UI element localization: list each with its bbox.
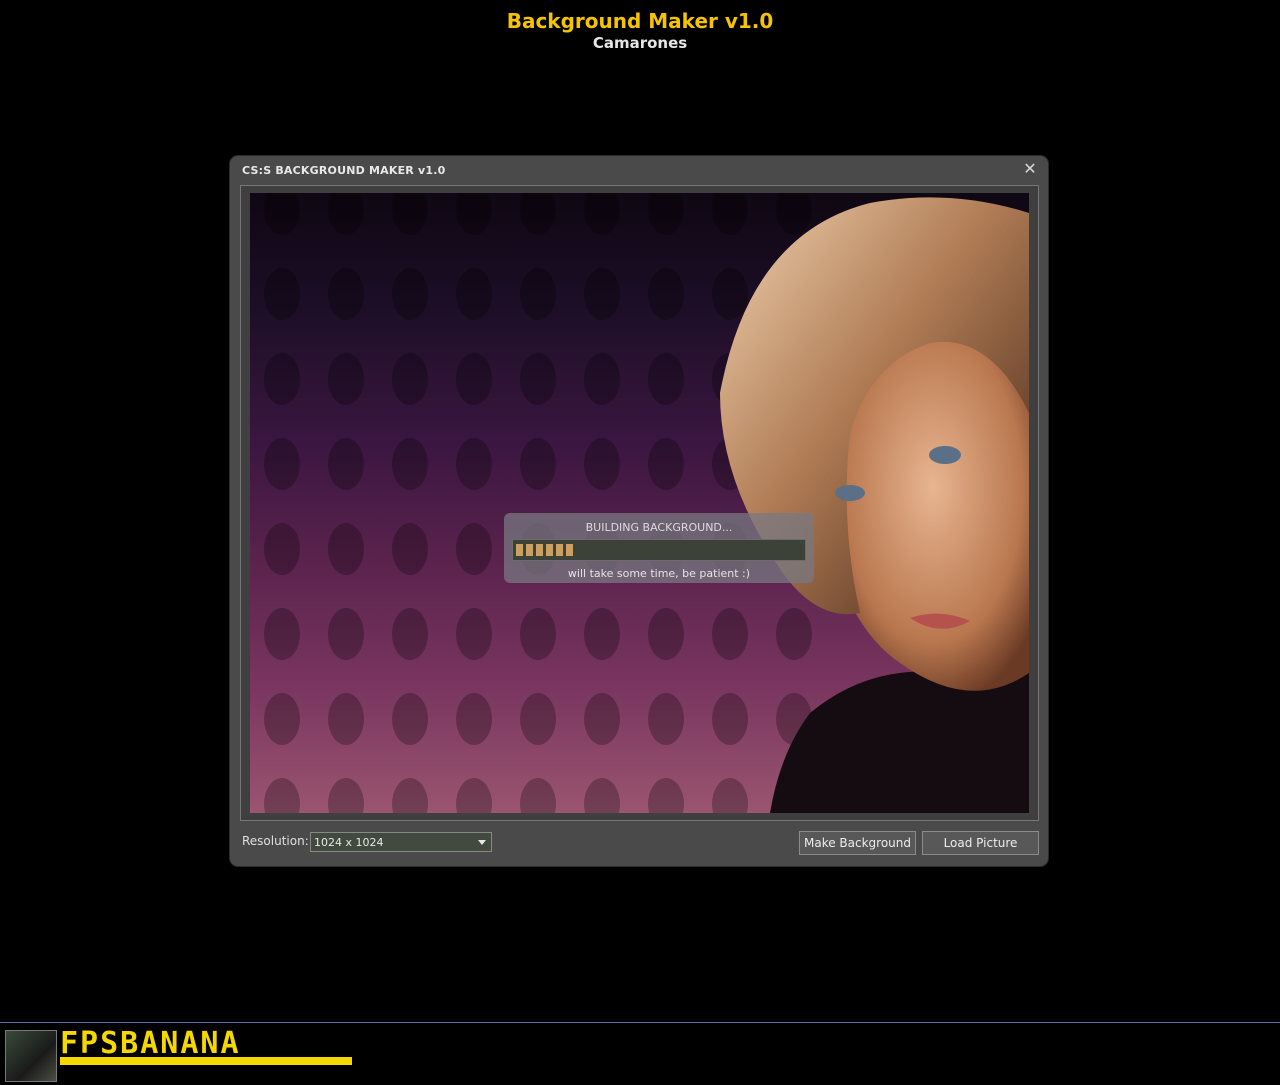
progress-block [536,544,543,556]
logo-underline [60,1057,352,1065]
progress-block [516,544,523,556]
footer: FPSBANANA [0,1022,1280,1085]
chevron-down-icon [478,840,486,845]
loading-note: will take some time, be patient :) [567,567,751,580]
logo-text: FPSBANANA [60,1026,241,1061]
progress-block [526,544,533,556]
progress-fill [516,544,573,556]
loading-title: BUILDING BACKGROUND... [585,521,733,534]
resolution-label: Resolution: [242,834,309,848]
site-logo[interactable]: FPSBANANA [60,1027,352,1065]
progress-block [556,544,563,556]
app-window: CS:S BACKGROUND MAKER v1.0 ✕ BUILDING BA… [230,156,1048,866]
window-title: CS:S BACKGROUND MAKER v1.0 [242,164,446,177]
preview-image: BUILDING BACKGROUND... will take some ti… [250,193,1029,813]
page-title: Background Maker v1.0 [506,9,774,33]
page-author: Camarones [592,34,688,52]
preview-frame: BUILDING BACKGROUND... will take some ti… [240,185,1039,821]
page-header: Background Maker v1.0 Camarones [0,8,1280,52]
close-icon[interactable]: ✕ [1022,161,1038,177]
make-background-button[interactable]: Make Background [799,831,916,855]
progress-block [546,544,553,556]
resolution-select[interactable]: 1024 x 1024 [310,832,492,852]
avatar[interactable] [5,1030,57,1082]
progress-block [566,544,573,556]
loading-dialog: BUILDING BACKGROUND... will take some ti… [504,513,814,583]
resolution-value: 1024 x 1024 [314,836,384,849]
load-picture-button[interactable]: Load Picture [922,831,1039,855]
progress-bar [512,539,806,561]
portrait-image [720,197,1029,813]
